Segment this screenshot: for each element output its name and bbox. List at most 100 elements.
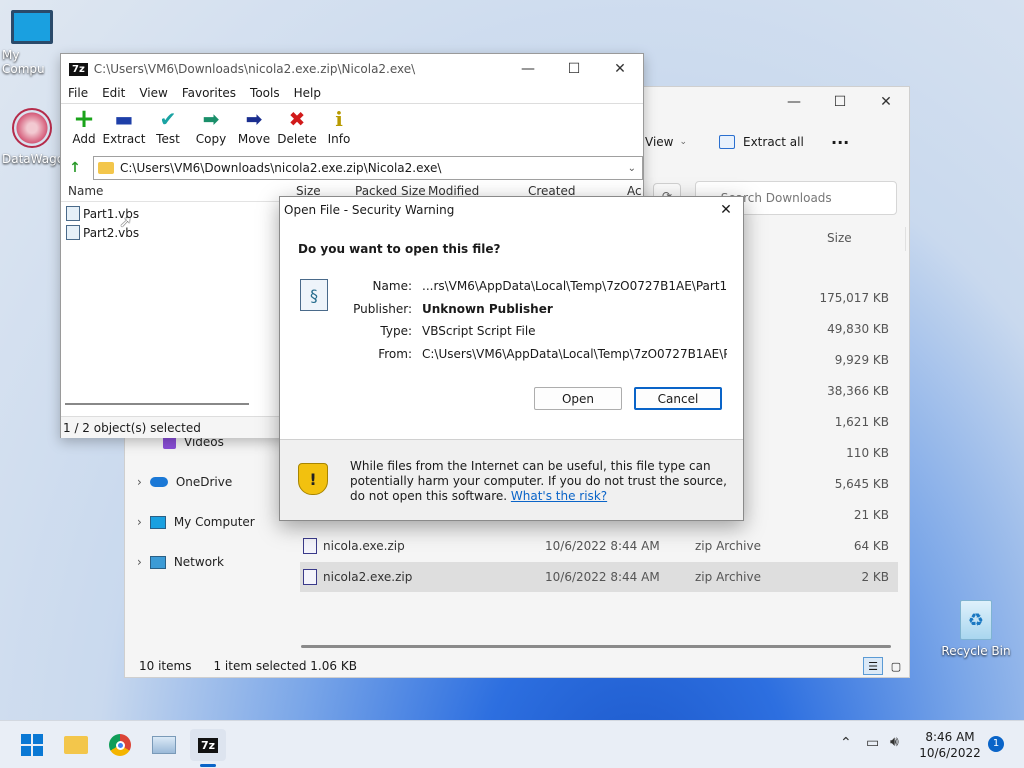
- field-value-name: ...rs\VM6\AppData\Local\Temp\7zO0727B1AE…: [422, 279, 727, 293]
- up-folder-button[interactable]: ↑: [65, 158, 85, 178]
- test-icon: ✔: [159, 107, 177, 131]
- sevenzip-logo-icon: 7z: [69, 62, 88, 76]
- extract-all-button[interactable]: Extract all: [719, 135, 804, 149]
- path-value: C:\Users\VM6\Downloads\nicola2.exe.zip\N…: [120, 161, 442, 175]
- show-hidden-icons-button[interactable]: ⌃: [840, 735, 852, 751]
- file-type-cell: zip Archive: [695, 539, 761, 553]
- chevron-right-icon: ›: [137, 555, 142, 569]
- tool-label: Test: [156, 132, 180, 146]
- view-menu-button[interactable]: View ⌄: [645, 135, 687, 149]
- nav-item-onedrive[interactable]: › OneDrive: [137, 475, 232, 489]
- path-combobox[interactable]: C:\Users\VM6\Downloads\nicola2.exe.zip\N…: [93, 156, 643, 180]
- zip-file-icon: [303, 569, 317, 585]
- column-header-size[interactable]: Size: [827, 231, 852, 245]
- field-value-type: VBScript Script File: [422, 324, 536, 338]
- menu-favorites[interactable]: Favorites: [175, 84, 243, 104]
- minimize-button[interactable]: —: [505, 54, 551, 84]
- clock-time: 8:46 AM: [925, 730, 975, 744]
- file-name: nicola.exe.zip: [323, 539, 405, 553]
- clock[interactable]: 8:46 AM 10/6/2022: [918, 729, 982, 761]
- notification-badge[interactable]: 1: [988, 736, 1004, 752]
- nav-item-label: OneDrive: [175, 475, 233, 489]
- test-button[interactable]: ✔ Test: [145, 106, 191, 146]
- file-size-cell: 49,830 KB: [827, 322, 889, 336]
- info-button[interactable]: i Info: [316, 106, 362, 146]
- item-count: 10 items: [139, 659, 192, 673]
- datawagon-icon: [12, 108, 52, 148]
- file-size-cell: 9,929 KB: [834, 353, 889, 367]
- extract-icon: ▬: [114, 107, 134, 131]
- tiles-view-button[interactable]: ▢: [887, 657, 905, 675]
- maximize-button[interactable]: ☐: [551, 54, 597, 84]
- desktop-icon-datawagon[interactable]: DataWagor: [0, 108, 69, 166]
- tool-label: Copy: [195, 132, 227, 146]
- close-button[interactable]: ✕: [863, 87, 909, 117]
- security-warning-dialog: Open File - Security Warning ✕ Do you wa…: [279, 196, 744, 521]
- details-view-button[interactable]: ☰: [863, 657, 883, 675]
- windows-logo-icon: [21, 734, 43, 756]
- close-button[interactable]: ✕: [597, 54, 643, 84]
- maximize-button[interactable]: ☐: [817, 87, 863, 117]
- desktop-icon-recycle-bin[interactable]: ♻ Recycle Bin: [938, 600, 1014, 658]
- view-label: View: [645, 135, 674, 149]
- monitor-icon: [11, 10, 53, 44]
- dialog-close-button[interactable]: ✕: [713, 199, 739, 221]
- volume-icon[interactable]: 🔊︎: [890, 734, 899, 750]
- active-indicator: [200, 764, 216, 767]
- sevenzip-taskbar-button[interactable]: 7z: [190, 729, 226, 761]
- whats-the-risk-link[interactable]: What's the risk?: [511, 489, 607, 503]
- toolbar-divider: [61, 103, 643, 104]
- photos-taskbar-button[interactable]: [146, 729, 182, 761]
- horizontal-scrollbar[interactable]: [301, 645, 891, 648]
- table-row[interactable]: nicola2.exe.zip 10/6/2022 8:44 AM zip Arch…: [300, 562, 898, 592]
- horizontal-scrollbar[interactable]: [65, 403, 249, 405]
- more-options-button[interactable]: ...: [831, 129, 849, 148]
- file-name-cell: nicola2.exe.zip: [300, 569, 545, 585]
- chevron-right-icon: ›: [137, 475, 142, 489]
- minimize-button[interactable]: —: [771, 87, 817, 117]
- menu-file[interactable]: File: [61, 84, 95, 104]
- file-date-cell: 10/6/2022 8:44 AM: [545, 539, 660, 553]
- clock-date: 10/6/2022: [919, 746, 981, 760]
- desktop-icon-label: My Compu: [2, 48, 45, 76]
- chevron-right-icon: ›: [137, 515, 142, 529]
- file-size-cell: 2 KB: [861, 570, 889, 584]
- cloud-icon: [149, 477, 168, 487]
- file-name-cell: nicola.exe.zip: [300, 538, 545, 554]
- open-button[interactable]: Open: [534, 387, 622, 410]
- shield-warning-icon: !: [298, 463, 328, 495]
- chrome-taskbar-button[interactable]: [102, 729, 138, 761]
- menu-tools[interactable]: Tools: [243, 84, 287, 104]
- dialog-title-bar: Open File - Security Warning: [280, 197, 743, 223]
- extract-button[interactable]: ▬ Extract: [101, 106, 147, 146]
- field-label-publisher: Publisher:: [353, 302, 412, 316]
- menu-edit[interactable]: Edit: [95, 84, 132, 104]
- menu-help[interactable]: Help: [287, 84, 328, 104]
- table-row[interactable]: nicola.exe.zip 10/6/2022 8:44 AM zip Archi…: [300, 531, 898, 561]
- file-explorer-taskbar-button[interactable]: [58, 729, 94, 761]
- cancel-button[interactable]: Cancel: [634, 387, 722, 410]
- chevron-down-icon: ⌄: [679, 137, 688, 147]
- zip-file-icon: [303, 538, 317, 554]
- column-divider: [905, 227, 906, 251]
- vbs-file-icon: [66, 206, 80, 221]
- field-label-from: From:: [378, 347, 412, 361]
- nav-item-network[interactable]: › Network: [137, 555, 224, 569]
- field-label-type: Type:: [380, 324, 412, 338]
- file-size-cell: 175,017 KB: [819, 291, 889, 305]
- field-label-name: Name:: [372, 279, 412, 293]
- explorer-window-controls: — ☐ ✕: [771, 87, 909, 117]
- desktop-icon-my-computer[interactable]: My Compu: [0, 10, 64, 76]
- warning-message: While files from the Internet can be use…: [350, 459, 730, 504]
- copy-button[interactable]: ➡ Copy: [188, 106, 234, 146]
- start-button[interactable]: [14, 729, 50, 761]
- move-button[interactable]: ➡ Move: [231, 106, 277, 146]
- menu-view[interactable]: View: [132, 84, 174, 104]
- nav-item-my-computer[interactable]: › My Computer: [137, 515, 255, 529]
- delete-button[interactable]: ✖ Delete: [274, 106, 320, 146]
- extract-all-label: Extract all: [743, 135, 804, 149]
- network-status-icon[interactable]: ▭: [866, 735, 879, 751]
- column-name[interactable]: Name: [68, 184, 103, 198]
- recycle-bin-icon: ♻: [960, 600, 992, 640]
- file-name: nicola2.exe.zip: [323, 570, 413, 584]
